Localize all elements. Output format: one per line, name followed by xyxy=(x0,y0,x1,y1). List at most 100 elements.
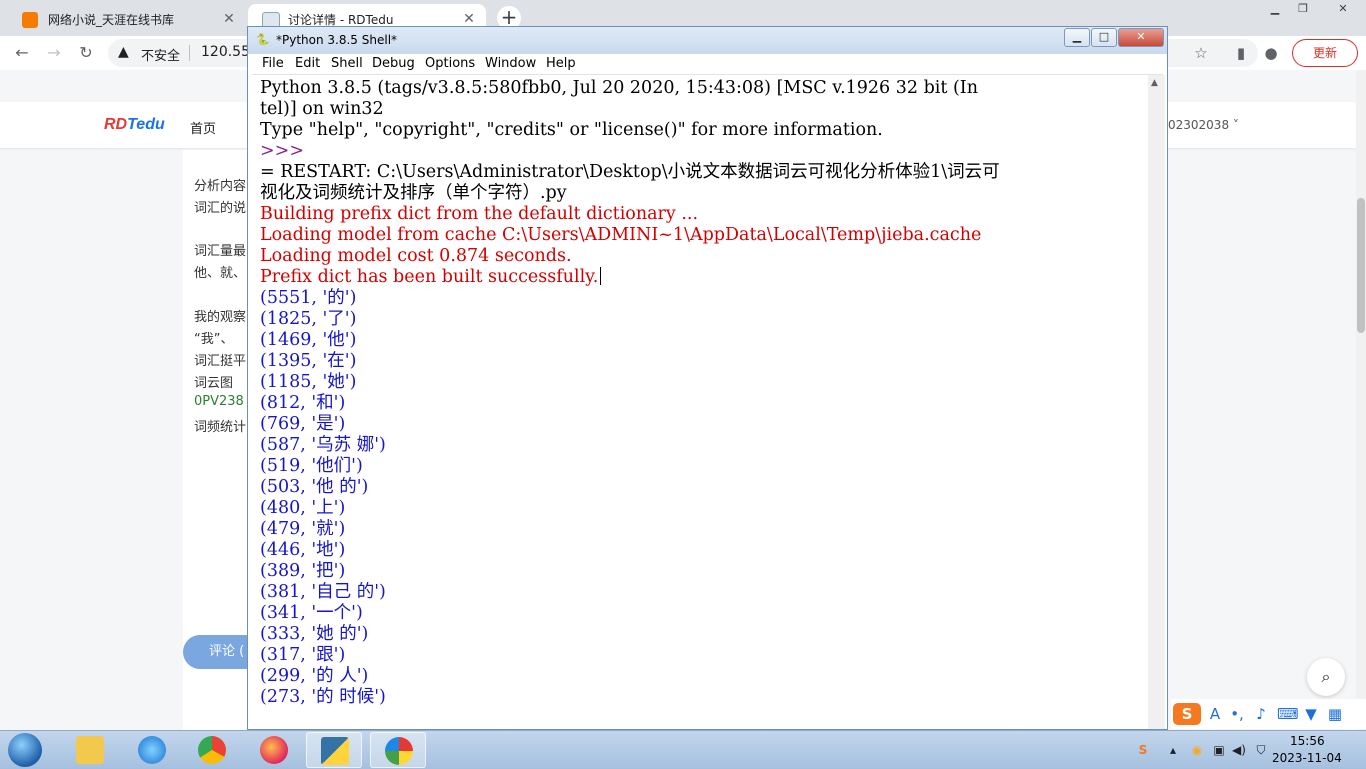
site-favicon-icon xyxy=(22,12,38,28)
shell-line: (389, '把') xyxy=(260,561,346,581)
clock-date[interactable]: 2023-11-04 xyxy=(1272,751,1342,765)
close-tab-icon[interactable]: ✕ xyxy=(220,10,238,28)
shell-line: Type "help", "copyright", "credits" or "… xyxy=(260,120,883,140)
menu-file[interactable]: File xyxy=(262,56,284,71)
paragraph-text: 词汇的说 xyxy=(194,201,247,216)
taskbar-file-explorer[interactable] xyxy=(62,732,118,768)
shell-text-area[interactable]: Python 3.8.5 (tags/v3.8.5:580fbb0, Jul 2… xyxy=(252,75,1145,729)
side-panel-icon[interactable]: ▮ xyxy=(1230,42,1252,64)
taskbar-chrome[interactable] xyxy=(184,732,240,768)
user-menu[interactable]: 02302038 ˅ xyxy=(1168,118,1239,132)
search-icon[interactable]: ⌕ xyxy=(1307,658,1345,696)
keyboard-icon[interactable]: ⌨ xyxy=(1277,703,1299,725)
network-icon[interactable]: ▣ xyxy=(1210,741,1228,759)
bookmark-star-icon[interactable]: ☆ xyxy=(1190,42,1212,64)
paragraph-text: 词频统计 xyxy=(194,420,247,435)
code-link[interactable]: 0PV238 xyxy=(194,394,244,409)
shell-line: (341, '一个') xyxy=(260,603,363,623)
security-status: 不安全 xyxy=(141,49,181,64)
menu-window[interactable]: Window xyxy=(485,56,536,71)
maximize-icon[interactable]: □ xyxy=(1091,28,1117,47)
chrome-icon xyxy=(198,736,226,764)
minimize-icon[interactable]: ▁ xyxy=(1064,28,1090,47)
menu-edit[interactable]: Edit xyxy=(295,56,320,71)
scroll-thumb[interactable] xyxy=(1357,198,1365,333)
taskbar-pinwheel-app[interactable] xyxy=(370,732,426,768)
paragraph-text: 我的观察 xyxy=(194,310,247,325)
shell-line: (587, '乌苏 娜') xyxy=(260,435,386,455)
folder-icon xyxy=(76,736,104,764)
forward-arrow-icon[interactable]: → xyxy=(42,41,66,65)
security-shield-icon[interactable]: ⛉ xyxy=(1252,741,1270,759)
sogou-logo-icon[interactable]: S xyxy=(1173,703,1201,725)
python-icon: 🐍 xyxy=(256,33,270,46)
close-icon[interactable]: ✕ xyxy=(1118,28,1164,47)
shell-line: (812, '和') xyxy=(260,393,346,413)
shell-line: tel)] on win32 xyxy=(260,99,384,119)
shell-line: (1395, '在') xyxy=(260,351,357,371)
scroll-up-icon[interactable]: ▲ xyxy=(1151,78,1158,88)
window-titlebar[interactable]: 🐍 *Python 3.8.5 Shell* ▁ □ ✕ xyxy=(248,27,1167,54)
menu-help[interactable]: Help xyxy=(546,56,576,71)
menu-options[interactable]: Options xyxy=(425,56,475,71)
sogou-tray-icon[interactable]: S xyxy=(1134,741,1152,759)
paragraph-text: 分析内容 xyxy=(194,179,247,194)
show-hidden-icons-icon[interactable]: ▴ xyxy=(1164,741,1182,759)
window-title: *Python 3.8.5 Shell* xyxy=(276,33,398,47)
app-tray-icon[interactable]: ◉ xyxy=(1188,741,1206,759)
punctuation-icon[interactable]: •, xyxy=(1227,703,1247,725)
shell-line: Loading model from cache C:\Users\ADMINI… xyxy=(260,225,982,245)
menu-bar: File Edit Shell Debug Options Window Hel… xyxy=(252,54,1163,75)
shell-scrollbar[interactable]: ▲ xyxy=(1148,75,1165,729)
minimize-window-icon[interactable]: ▁ xyxy=(1262,0,1288,20)
shell-line: (479, '就') xyxy=(260,519,346,539)
restore-window-icon[interactable]: ❐ xyxy=(1290,0,1316,20)
shell-line: (769, '是') xyxy=(260,414,346,434)
shell-line: (446, '地') xyxy=(260,540,346,560)
menu-shell[interactable]: Shell xyxy=(331,56,363,71)
clock-time[interactable]: 15:56 xyxy=(1290,734,1325,748)
taskbar: S ▴ ◉ ▣ ◀) ⛉ 15:56 2023-11-04 xyxy=(0,730,1366,769)
shell-line: >>> xyxy=(260,141,304,161)
close-window-icon[interactable]: ✕ xyxy=(1326,0,1360,20)
paragraph-text: “我”、 xyxy=(194,332,234,347)
reload-icon[interactable]: ↻ xyxy=(74,41,98,65)
microphone-icon[interactable]: ♪ xyxy=(1251,703,1271,725)
taskbar-python-idle[interactable] xyxy=(306,732,362,768)
taskbar-internet-explorer[interactable] xyxy=(124,732,180,768)
shell-line: (1185, '她') xyxy=(260,372,357,392)
back-arrow-icon[interactable]: ← xyxy=(10,41,34,65)
taskbar-firefox[interactable] xyxy=(246,732,302,768)
skin-shirt-icon[interactable]: ▼ xyxy=(1301,703,1321,725)
language-mode-icon[interactable]: A xyxy=(1205,703,1225,725)
url-text[interactable]: 120.55 xyxy=(201,44,250,60)
site-logo[interactable]: RDTedu xyxy=(104,116,165,134)
ie-icon xyxy=(138,736,166,764)
toolbox-grid-icon[interactable]: ▦ xyxy=(1325,703,1345,725)
paragraph-text: 词汇量最 xyxy=(194,244,247,259)
volume-icon[interactable]: ◀) xyxy=(1230,741,1248,759)
ime-toolbar: S A •, ♪ ⌨ ▼ ▦ xyxy=(1171,699,1366,729)
start-button[interactable] xyxy=(8,733,42,767)
page-scrollbar[interactable] xyxy=(1356,70,1366,730)
update-button[interactable]: 更新 xyxy=(1292,39,1358,67)
warning-triangle-icon[interactable]: ▲ xyxy=(118,44,129,60)
shell-line: (333, '她 的') xyxy=(260,624,369,644)
shell-line: (317, '跟') xyxy=(260,645,346,665)
tab-novel-library[interactable]: 网络小说_天涯在线书库 ✕ xyxy=(8,4,246,36)
tab-title: 网络小说_天涯在线书库 xyxy=(48,13,175,27)
firefox-icon xyxy=(260,736,288,764)
python-shell-window: 🐍 *Python 3.8.5 Shell* ▁ □ ✕ File Edit S… xyxy=(247,26,1168,730)
shell-line: (299, '的 人') xyxy=(260,666,369,686)
profile-avatar-icon[interactable]: ● xyxy=(1260,42,1282,64)
shell-line: (381, '自己 的') xyxy=(260,582,386,602)
nav-home[interactable]: 首页 xyxy=(190,118,216,137)
shell-line: Prefix dict has been built successfully. xyxy=(260,267,602,288)
shell-line: = RESTART: C:\Users\Administrator\Deskto… xyxy=(260,162,1000,182)
paragraph-text: 词云图 xyxy=(194,376,234,391)
shell-line: Python 3.8.5 (tags/v3.8.5:580fbb0, Jul 2… xyxy=(260,78,978,98)
shell-line: Building prefix dict from the default di… xyxy=(260,204,699,224)
shell-line: (1825, '了') xyxy=(260,309,357,329)
menu-debug[interactable]: Debug xyxy=(372,56,415,71)
shell-line: 视化及词频统计及排序（单个字符）.py xyxy=(260,183,567,203)
